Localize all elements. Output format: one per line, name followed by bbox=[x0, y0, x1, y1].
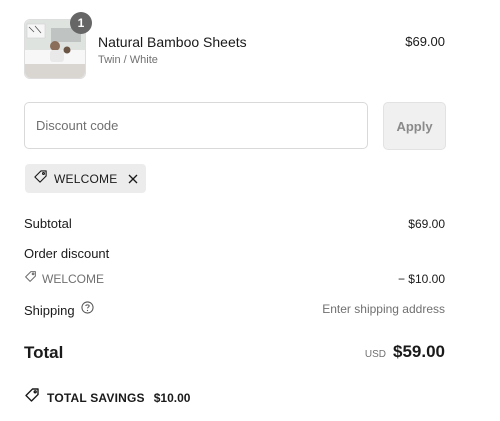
discount-code-text: WELCOME bbox=[42, 272, 105, 286]
tag-icon bbox=[33, 169, 48, 189]
discount-code-line: WELCOME bbox=[24, 270, 104, 288]
shipping-label: Shipping bbox=[24, 302, 75, 318]
total-label: Total bbox=[24, 343, 64, 362]
product-thumbnail: 1 bbox=[24, 12, 92, 79]
tag-icon bbox=[24, 270, 37, 288]
total-value: $59.00 bbox=[393, 342, 445, 361]
total-amount: USD $59.00 bbox=[365, 342, 445, 362]
total-savings: TOTAL SAVINGS $10.00 bbox=[24, 387, 190, 408]
close-icon bbox=[128, 174, 138, 183]
remove-discount-button[interactable] bbox=[127, 173, 139, 185]
product-name: Natural Bamboo Sheets bbox=[98, 34, 247, 50]
order-discount-label: Order discount bbox=[24, 246, 110, 261]
currency-code: USD bbox=[364, 349, 386, 360]
shipping-row-label: Shipping bbox=[24, 301, 94, 319]
product-price: $69.00 bbox=[405, 34, 445, 49]
shipping-value: Enter shipping address bbox=[322, 302, 445, 316]
applied-code-label: WELCOME bbox=[54, 171, 118, 186]
subtotal-value: $69.00 bbox=[408, 217, 445, 231]
discount-code-input[interactable] bbox=[24, 102, 368, 149]
savings-value: $10.00 bbox=[153, 390, 191, 405]
savings-label: TOTAL SAVINGS bbox=[47, 390, 145, 405]
product-variant: Twin / White bbox=[98, 54, 158, 66]
apply-button[interactable]: Apply bbox=[383, 102, 446, 150]
subtotal-label: Subtotal bbox=[24, 216, 72, 231]
discount-value: − $10.00 bbox=[397, 272, 445, 286]
help-icon[interactable] bbox=[81, 301, 94, 319]
quantity-badge: 1 bbox=[70, 12, 92, 34]
tag-icon bbox=[24, 387, 40, 408]
applied-discount-chip: WELCOME bbox=[25, 164, 146, 193]
